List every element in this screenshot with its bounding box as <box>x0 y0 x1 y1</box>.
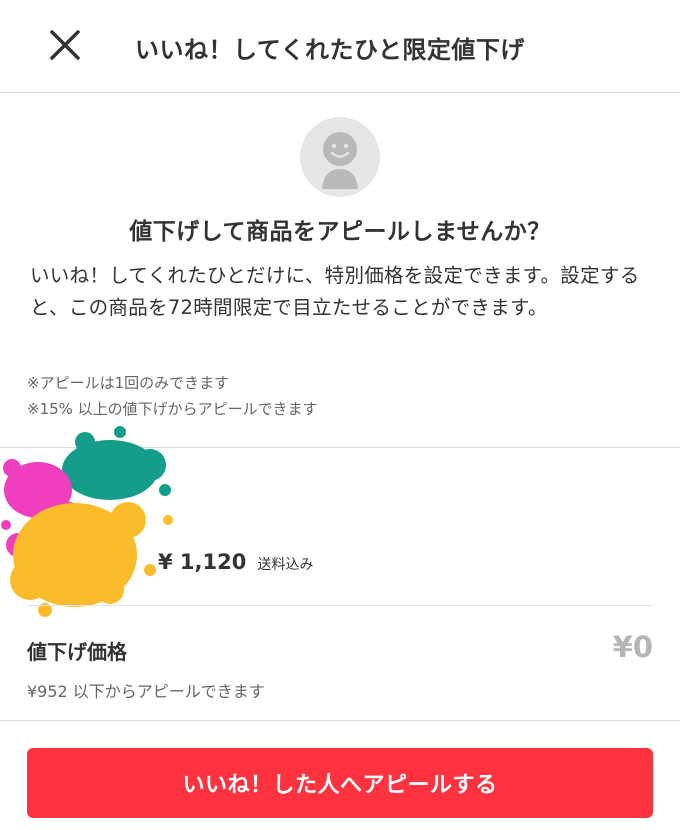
bottom-sheet: いいね！してくれたひと限定値下げ 値下げして商品をアピールしませんか？ いいね！… <box>0 0 680 830</box>
page-title: いいね！してくれたひと限定値下げ <box>135 36 525 64</box>
note-appeal-once: ※アピールは1回のみできます <box>27 374 230 392</box>
divider <box>27 605 653 606</box>
product-image-redacted <box>1 426 173 617</box>
close-button[interactable] <box>42 22 88 68</box>
close-icon <box>50 30 80 60</box>
product-price: ¥ 1,120 <box>158 550 247 574</box>
discount-hint: ¥952 以下からアピールできます <box>27 682 265 701</box>
intro-description: いいね！してくれたひとだけに、特別価格を設定できます。設定すると、この商品を72… <box>30 264 640 319</box>
divider <box>0 720 680 721</box>
avatar <box>300 117 380 197</box>
discount-price-input[interactable]: ¥0 <box>613 630 653 664</box>
shipping-label: 送料込み <box>257 557 314 573</box>
intro-heading: 値下げして商品をアピールしませんか？ <box>129 219 551 245</box>
appeal-button[interactable]: いいね！した人へアピールする <box>27 748 653 818</box>
discount-price-label: 値下げ価格 <box>27 640 127 664</box>
product-price-row: ¥ 1,120 送料込み <box>158 550 313 574</box>
note-min-discount: ※15% 以上の値下げからアピールできます <box>27 400 318 418</box>
header: いいね！してくれたひと限定値下げ <box>0 0 680 93</box>
